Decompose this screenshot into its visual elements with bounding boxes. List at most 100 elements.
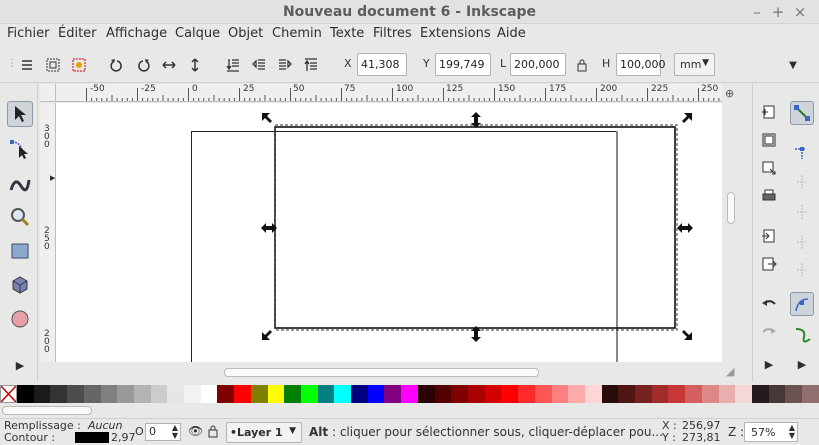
select-all-icon[interactable] xyxy=(17,55,37,75)
palette-scrollbar[interactable] xyxy=(0,404,819,418)
3d-box-tool-icon[interactable] xyxy=(7,272,33,298)
menu-fichier[interactable]: Fichier xyxy=(7,26,50,41)
raise-icon[interactable] xyxy=(275,55,295,75)
menu-editer[interactable]: Éditer xyxy=(58,26,97,41)
new-document-icon[interactable] xyxy=(759,102,779,122)
color-swatch[interactable] xyxy=(217,385,235,403)
color-swatch[interactable] xyxy=(685,385,702,403)
menu-objet[interactable]: Objet xyxy=(228,26,263,41)
color-swatch[interactable] xyxy=(100,385,118,403)
close-button[interactable]: × xyxy=(791,3,809,21)
color-swatch[interactable] xyxy=(33,385,51,403)
import-icon[interactable] xyxy=(759,226,779,246)
vertical-scroll-thumb[interactable] xyxy=(727,192,735,224)
commands-expand-icon[interactable]: ▶ xyxy=(759,354,779,374)
menu-chemin[interactable]: Chemin xyxy=(272,26,322,41)
layer-select[interactable]: •Layer 1 ▼ xyxy=(226,422,302,443)
menu-affichage[interactable]: Affichage xyxy=(106,26,167,41)
horizontal-ruler[interactable]: -50 -25 0 25 50 75 100 125 150 175 200 2… xyxy=(56,84,722,102)
color-swatch[interactable] xyxy=(735,385,752,403)
color-swatch[interactable] xyxy=(584,385,602,403)
color-swatch[interactable] xyxy=(200,385,218,403)
color-swatch[interactable] xyxy=(117,385,134,403)
stroke-swatch[interactable] xyxy=(75,432,109,443)
color-swatch[interactable] xyxy=(284,385,301,403)
rotate-cw-icon[interactable] xyxy=(133,55,153,75)
deselect-icon[interactable] xyxy=(69,55,89,75)
color-swatch[interactable] xyxy=(434,385,452,403)
save-document-icon[interactable] xyxy=(759,158,779,178)
color-swatch[interactable] xyxy=(334,385,352,403)
color-swatch[interactable] xyxy=(267,385,285,403)
toggle-lock-icon[interactable] xyxy=(207,424,219,442)
snap-bbox-icon[interactable] xyxy=(790,140,814,164)
color-swatch[interactable] xyxy=(601,385,619,403)
color-swatch[interactable] xyxy=(250,385,268,403)
x-input[interactable]: 41,308 xyxy=(357,53,407,76)
horizontal-scroll-thumb[interactable] xyxy=(224,368,539,377)
toolbox-expand-icon[interactable]: ▶ xyxy=(7,352,33,378)
color-swatch[interactable] xyxy=(718,385,736,403)
lock-icon[interactable] xyxy=(572,55,592,75)
vertical-scrollbar[interactable]: ⊕ xyxy=(722,84,740,382)
color-swatch[interactable] xyxy=(17,385,34,403)
unit-select[interactable]: mm ▼ xyxy=(674,53,715,76)
snap-bbox-midpoint-icon[interactable] xyxy=(790,230,814,254)
open-document-icon[interactable] xyxy=(759,130,779,150)
maximize-button[interactable]: + xyxy=(769,3,787,21)
menu-texte[interactable]: Texte xyxy=(330,26,364,41)
color-swatch[interactable] xyxy=(451,385,468,403)
vertical-ruler[interactable]: 300 250 200 ▶ xyxy=(40,103,56,362)
color-swatch[interactable] xyxy=(534,385,552,403)
zoom-corner-icon[interactable]: ⊕ xyxy=(725,87,734,100)
flip-horizontal-icon[interactable] xyxy=(159,55,179,75)
width-input[interactable]: 200,000 xyxy=(510,53,566,76)
color-swatch[interactable] xyxy=(618,385,636,403)
snap-bbox-center-icon[interactable] xyxy=(790,258,814,282)
selector-tool-icon[interactable] xyxy=(7,101,33,127)
color-swatch[interactable] xyxy=(768,385,786,403)
color-swatch[interactable] xyxy=(184,385,201,403)
color-swatch[interactable] xyxy=(384,385,402,403)
color-swatch[interactable] xyxy=(484,385,502,403)
undo-icon[interactable] xyxy=(759,294,779,314)
height-input[interactable]: 100,000 xyxy=(616,53,666,76)
rectangle-tool-icon[interactable] xyxy=(7,238,33,264)
menu-aide[interactable]: Aide xyxy=(497,26,526,41)
snap-bbox-corner-icon[interactable] xyxy=(790,200,814,224)
stroke-width[interactable]: 2,97 xyxy=(111,431,136,444)
zoom-tool-icon[interactable] xyxy=(7,204,33,230)
color-swatch[interactable] xyxy=(751,385,769,403)
raise-to-top-icon[interactable] xyxy=(301,55,321,75)
minimize-button[interactable]: – xyxy=(748,3,766,21)
color-swatch[interactable] xyxy=(501,385,519,403)
color-swatch[interactable] xyxy=(317,385,335,403)
color-swatch[interactable] xyxy=(401,385,418,403)
zoom-input[interactable]: 57% ▲ ▼ xyxy=(744,422,798,442)
toolbar-overflow-icon[interactable]: ▼ xyxy=(783,55,803,75)
color-swatch[interactable] xyxy=(367,385,385,403)
color-swatch[interactable] xyxy=(802,385,819,403)
opacity-input[interactable]: 0 ▲ ▼ xyxy=(145,423,181,441)
color-swatch[interactable] xyxy=(133,385,151,403)
ellipse-tool-icon[interactable] xyxy=(7,306,33,332)
color-swatch[interactable] xyxy=(417,385,435,403)
lower-icon[interactable] xyxy=(249,55,269,75)
snap-expand-icon[interactable]: ▶ xyxy=(790,352,814,376)
color-swatch[interactable] xyxy=(668,385,686,403)
color-swatch[interactable] xyxy=(83,385,101,403)
redo-icon[interactable] xyxy=(759,322,779,342)
color-swatch[interactable] xyxy=(635,385,652,403)
color-swatch[interactable] xyxy=(351,385,368,403)
color-swatch[interactable] xyxy=(701,385,719,403)
color-swatch[interactable] xyxy=(167,385,185,403)
snap-path-icon[interactable] xyxy=(790,322,814,346)
snap-toggle-icon[interactable] xyxy=(790,101,814,125)
tweak-tool-icon[interactable] xyxy=(7,170,33,196)
color-swatch[interactable] xyxy=(50,385,68,403)
node-tool-icon[interactable] xyxy=(7,136,33,162)
menu-filtres[interactable]: Filtres xyxy=(373,26,412,41)
color-swatch[interactable] xyxy=(300,385,318,403)
color-swatch[interactable] xyxy=(651,385,669,403)
color-swatch[interactable] xyxy=(551,385,569,403)
